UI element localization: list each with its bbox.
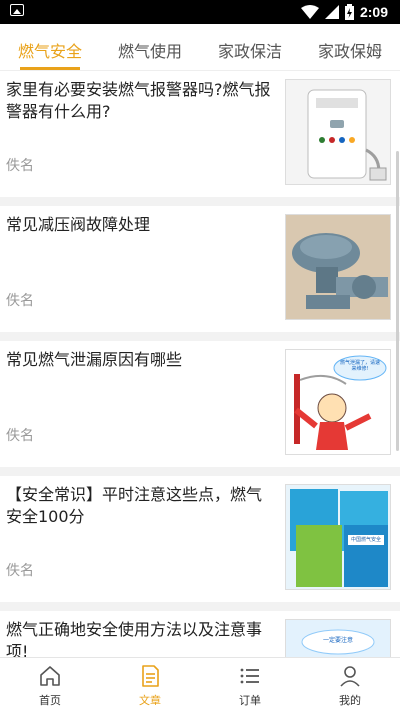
clock: 2:09 [359,4,388,20]
thumbnail-speech-text: 燃气泄漏了，请速来维修! [339,360,380,372]
nav-orders[interactable]: 订单 [200,658,300,711]
article-title: 常见燃气泄漏原因有哪些 [6,350,183,369]
home-icon [40,666,60,686]
article-item[interactable]: 燃气正确地安全使用方法以及注意事项! 一定要注意 [0,611,400,657]
article-title: 燃气正确地安全使用方法以及注意事项! [6,620,263,657]
article-item[interactable]: 【安全常识】平时注意这些点，燃气安全100分 佚名 中国燃气安全 [0,476,400,602]
article-author: 佚名 [6,158,34,174]
thumbnail-cloud-text: 一定要注意 [322,637,353,644]
gas-alarm-thumbnail [285,79,391,185]
nav-articles[interactable]: 文章 [100,658,200,711]
nav-profile-label: 我的 [339,694,361,707]
profile-icon [340,666,360,687]
article-title: 家里有必要安装燃气报警器吗?燃气报警器有什么用? [6,80,271,121]
tab-gas-safety[interactable]: 燃气安全 [0,24,100,70]
bottom-navigation: 首页 文章 订单 我的 [0,657,400,711]
nav-home-label: 首页 [39,694,61,707]
thumbnail-brochure-text: 中国燃气安全 [350,537,381,543]
battery-icon [344,4,354,20]
article-item[interactable]: 常见燃气泄漏原因有哪些 佚名 燃气泄漏了，请速来维修! [0,341,400,467]
safety-cartoon-thumbnail: 一定要注意 [285,619,391,657]
article-title: 【安全常识】平时注意这些点，燃气安全100分 [6,485,263,526]
status-bar: 2:09 [0,0,400,24]
article-item[interactable]: 常见减压阀故障处理 佚名 [0,206,400,332]
tab-home-cleaning[interactable]: 家政保洁 [200,24,300,70]
article-icon [142,665,159,687]
article-author: 佚名 [6,293,34,309]
nav-orders-label: 订单 [239,694,261,707]
tab-home-nanny[interactable]: 家政保姆 [300,24,400,70]
gas-leak-cartoon-thumbnail: 燃气泄漏了，请速来维修! [285,349,391,455]
scrollbar[interactable] [396,151,399,451]
gallery-notification-icon [10,4,24,16]
nav-home[interactable]: 首页 [0,658,100,711]
list-icon [240,668,259,684]
article-title: 常见减压阀故障处理 [6,215,151,234]
nav-profile[interactable]: 我的 [300,658,400,711]
wifi-icon [300,5,319,19]
article-author: 佚名 [6,563,34,579]
article-author: 佚名 [6,428,34,444]
pressure-valve-thumbnail [285,214,391,320]
category-tabs: 燃气安全 燃气使用 家政保洁 家政保姆 [0,24,400,71]
article-item[interactable]: 家里有必要安装燃气报警器吗?燃气报警器有什么用? 佚名 [0,71,400,197]
signal-icon [324,5,339,19]
nav-articles-label: 文章 [139,694,161,707]
safety-brochures-thumbnail: 中国燃气安全 [285,484,391,590]
article-list: 家里有必要安装燃气报警器吗?燃气报警器有什么用? 佚名 常见减压阀故障处理 佚名 [0,71,400,657]
tab-gas-usage[interactable]: 燃气使用 [100,24,200,70]
